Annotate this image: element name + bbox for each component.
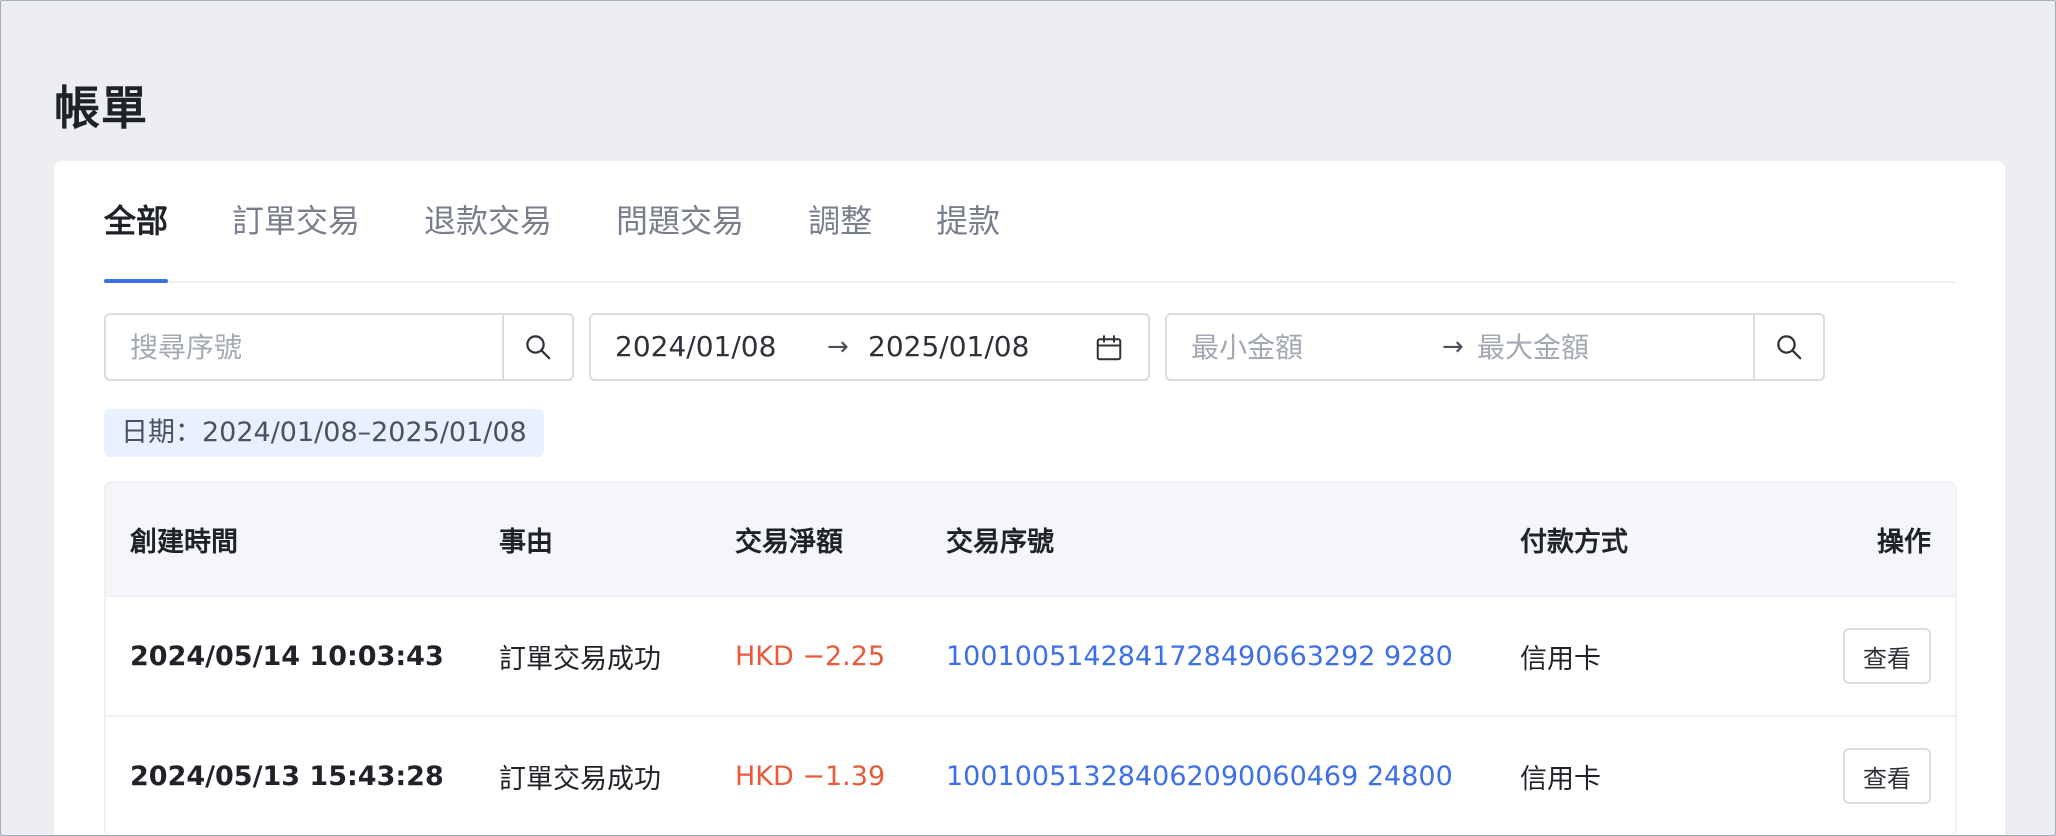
search-icon [1777, 335, 1802, 360]
table-header: 創建時間 事由 交易淨額 交易序號 付款方式 操作 [106, 483, 1955, 595]
amount-range-arrow: → [1442, 332, 1464, 362]
payment-method: 信用卡 [1520, 763, 1601, 795]
transaction-serial-cell: 100100513284062090060469 24800 [946, 717, 1453, 835]
transaction-serial-link[interactable]: 1001005142841728490663292 9280 [946, 641, 1453, 672]
transaction-reason: 訂單交易成功 [499, 643, 661, 675]
column-net-amount: 交易淨額 [735, 526, 843, 558]
serial-search-control [104, 313, 574, 381]
transaction-serial-link[interactable]: 100100513284062090060469 24800 [946, 761, 1453, 792]
billing-page: 帳單 全部 訂單交易 退款交易 問題交易 調整 提款 2024/01/08 → … [0, 0, 2056, 836]
maximum-amount-input[interactable] [1477, 315, 1737, 379]
column-payment-method: 付款方式 [1520, 526, 1628, 558]
created-time: 2024/05/14 10:03:43 [130, 640, 444, 672]
payment-method: 信用卡 [1520, 643, 1601, 675]
amount-search-button[interactable] [1753, 315, 1823, 379]
serial-search-button[interactable] [502, 315, 572, 379]
transaction-serial-cell: 1001005142841728490663292 9280 [946, 597, 1453, 715]
tab-all[interactable]: 全部 [104, 161, 169, 283]
billing-card: 全部 訂單交易 退款交易 問題交易 調整 提款 2024/01/08 → 202… [54, 161, 2005, 835]
date-range-picker[interactable]: 2024/01/08 → 2025/01/08 [589, 313, 1150, 381]
date-range-arrow: → [827, 332, 849, 362]
search-icon [526, 335, 551, 360]
date-start[interactable]: 2024/01/08 [615, 315, 776, 379]
tab-refund-transactions[interactable]: 退款交易 [424, 161, 552, 281]
tab-withdrawals[interactable]: 提款 [936, 161, 1000, 281]
date-filter-tag: 日期：2024/01/08–2025/01/08 [104, 409, 544, 457]
net-amount: HKD −1.39 [735, 760, 886, 792]
view-button[interactable]: 查看 [1843, 628, 1931, 684]
date-end[interactable]: 2025/01/08 [868, 315, 1029, 379]
page-title: 帳單 [54, 80, 148, 135]
tab-order-transactions[interactable]: 訂單交易 [232, 161, 360, 281]
serial-search-input[interactable] [106, 315, 504, 379]
billing-tabs: 全部 訂單交易 退款交易 問題交易 調整 提款 [104, 161, 1957, 283]
transactions-table: 創建時間 事由 交易淨額 交易序號 付款方式 操作 2024/05/14 10:… [104, 481, 1957, 835]
action-cell: 查看 [1843, 717, 1931, 835]
table-row: 2024/05/13 15:43:28 訂單交易成功 HKD −1.39 100… [106, 715, 1955, 835]
column-reason: 事由 [499, 526, 553, 558]
column-created-time: 創建時間 [130, 526, 238, 558]
tab-problem-transactions[interactable]: 問題交易 [616, 161, 744, 281]
column-action: 操作 [1877, 526, 1931, 558]
action-cell: 查看 [1843, 597, 1931, 715]
transaction-reason: 訂單交易成功 [499, 763, 661, 795]
tab-adjustments[interactable]: 調整 [808, 161, 872, 281]
minimum-amount-input[interactable] [1167, 315, 1427, 379]
net-amount: HKD −2.25 [735, 640, 886, 672]
table-row: 2024/05/14 10:03:43 訂單交易成功 HKD −2.25 100… [106, 595, 1955, 715]
calendar-icon[interactable] [1094, 333, 1124, 363]
amount-range-filter: → [1165, 313, 1825, 381]
created-time: 2024/05/13 15:43:28 [130, 760, 444, 792]
view-button[interactable]: 查看 [1843, 748, 1931, 804]
column-transaction-serial: 交易序號 [946, 526, 1054, 558]
